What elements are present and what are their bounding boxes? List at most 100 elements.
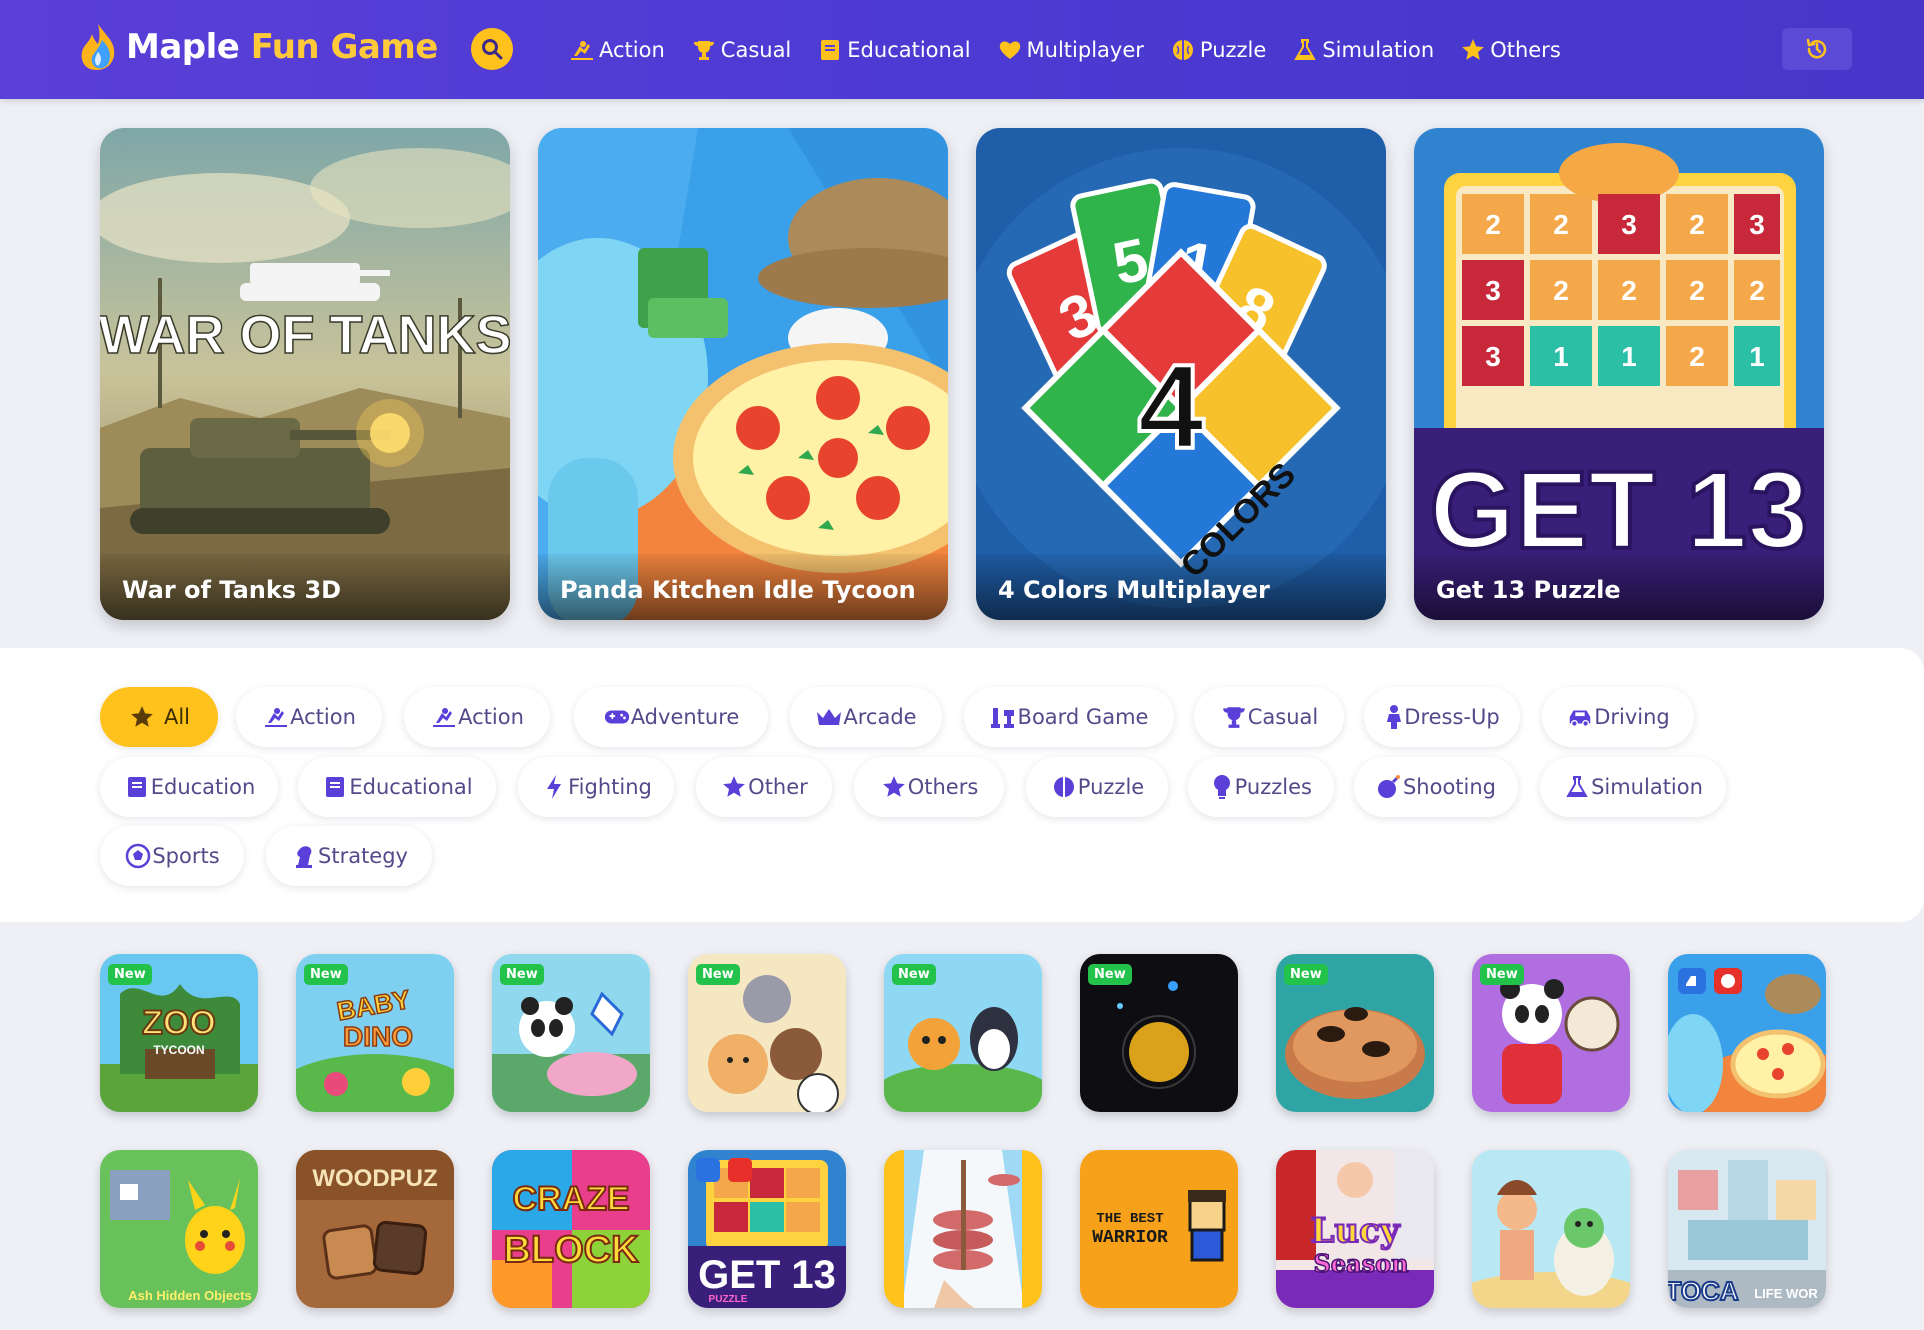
category-chip-puzzle[interactable]: Puzzle	[1026, 757, 1168, 817]
category-chip-education[interactable]: Education	[100, 757, 278, 817]
category-chip-label: Sports	[152, 844, 220, 868]
gamepad-icon	[603, 703, 631, 731]
category-chip-action[interactable]: Action	[236, 687, 382, 747]
category-chip-label: Others	[907, 775, 979, 799]
category-chip-fighting[interactable]: Fighting	[518, 757, 674, 817]
svg-text:2: 2	[1553, 275, 1569, 306]
game-tile-lucy-season[interactable]: Lucy Season	[1276, 1150, 1434, 1308]
category-chip-strategy[interactable]: Strategy	[266, 826, 432, 886]
4-colors-artwork: 3 5 1 8 4 COLORS	[976, 128, 1386, 620]
svg-text:3: 3	[1749, 209, 1765, 240]
game-tile-toca-life-world[interactable]: TOCA LIFE WOR	[1668, 1150, 1826, 1308]
game-tile-craze-block[interactable]: CRAZE BLOCK	[492, 1150, 650, 1308]
game-tile-panda-dumplings[interactable]: New	[1472, 954, 1630, 1112]
zoo-tycoon-text: ZOO	[142, 1004, 216, 1042]
best-warrior-thumbnail: THE BEST WARRIOR	[1080, 1150, 1238, 1308]
category-chip-simulation[interactable]: Simulation	[1540, 757, 1726, 817]
ball-icon	[124, 842, 152, 870]
panda-kitchen-small-thumbnail	[1668, 954, 1826, 1112]
game-tile-ants-game[interactable]: New	[1276, 954, 1434, 1112]
pikachu-thumbnail: Ash Hidden Objects	[100, 1150, 258, 1308]
brain-icon	[1050, 773, 1078, 801]
toca-title: TOCA	[1668, 1276, 1739, 1306]
game-tile-baby-dino-planet[interactable]: BABY DINO New	[296, 954, 454, 1112]
svg-text:2: 2	[1553, 209, 1569, 240]
game-tile-panda-kitchen-small[interactable]	[1668, 954, 1826, 1112]
category-chip-others[interactable]: Others	[854, 757, 1004, 817]
category-chip-label: Board Game	[1017, 705, 1149, 729]
brand-name-part2: Fun Game	[250, 27, 439, 67]
svg-text:3: 3	[1485, 341, 1501, 372]
svg-text:3: 3	[1485, 275, 1501, 306]
brand-logo[interactable]: Maple Fun Game	[76, 22, 438, 72]
new-badge: New	[108, 964, 152, 985]
book-icon	[321, 773, 349, 801]
category-chip-label: Action	[290, 705, 356, 729]
new-badge: New	[892, 964, 936, 985]
game-tile-woodpuz[interactable]: WOODPUZ	[296, 1150, 454, 1308]
game-tile-cat-penguin[interactable]: New	[884, 954, 1042, 1112]
game-tile-get-13-small[interactable]: GET 13 PUZZLE	[688, 1150, 846, 1308]
game-tile-best-warrior[interactable]: THE BEST WARRIOR	[1080, 1150, 1238, 1308]
svg-text:1: 1	[1621, 341, 1637, 372]
category-chip-all[interactable]: All	[100, 687, 218, 747]
game-tile-pikachu-hidden-objects[interactable]: Ash Hidden Objects	[100, 1150, 258, 1308]
search-icon	[482, 39, 503, 60]
category-chip-other[interactable]: Other	[696, 757, 832, 817]
game-tile-dino-egg[interactable]	[1472, 1150, 1630, 1308]
category-chip-dress-up[interactable]: Dress-Up	[1364, 687, 1520, 747]
zoo-tycoon-subtext: TYCOON	[153, 1043, 204, 1057]
svg-text:3: 3	[1621, 209, 1637, 240]
category-chip-sports[interactable]: Sports	[100, 826, 244, 886]
category-chip-shooting[interactable]: Shooting	[1354, 757, 1518, 817]
game-tile-zoo-tycoon[interactable]: ZOO TYCOON New	[100, 954, 258, 1112]
nav-others[interactable]: Others	[1459, 36, 1561, 64]
game-tile-meat-stack[interactable]	[884, 1150, 1042, 1308]
featured-card-panda-kitchen[interactable]: Panda Kitchen Idle Tycoon	[538, 128, 948, 620]
4-colors-art-number: 4	[1138, 340, 1205, 474]
featured-card-war-of-tanks[interactable]: WAR OF TANKS War of Tanks 3D	[100, 128, 510, 620]
get-13-small-thumbnail: GET 13 PUZZLE	[688, 1150, 846, 1308]
history-button[interactable]	[1782, 28, 1852, 70]
game-tile-panda-game[interactable]: New	[492, 954, 650, 1112]
star-icon	[720, 773, 748, 801]
nav-simulation[interactable]: Simulation	[1291, 36, 1434, 64]
svg-text:2: 2	[1749, 275, 1765, 306]
category-chip-driving[interactable]: Driving	[1542, 687, 1694, 747]
nav-action[interactable]: Action	[568, 36, 665, 64]
category-chip-adventure[interactable]: Adventure	[574, 687, 768, 747]
game-tile-animal-merge[interactable]: New	[688, 954, 846, 1112]
nav-educational-label: Educational	[847, 37, 971, 62]
featured-card-get-13[interactable]: 2 2 3 2 3 3 2 2 2 2 3 1 1 2 1 GET 13 Get…	[1414, 128, 1824, 620]
category-chip-arcade[interactable]: Arcade	[790, 687, 942, 747]
nav-puzzle[interactable]: Puzzle	[1169, 36, 1266, 64]
svg-text:1: 1	[1553, 341, 1569, 372]
craze-block-thumbnail: CRAZE BLOCK	[492, 1150, 650, 1308]
category-chip-casual[interactable]: Casual	[1194, 687, 1344, 747]
nav-casual[interactable]: Casual	[690, 36, 791, 64]
nav-multiplayer-label: Multiplayer	[1026, 37, 1144, 62]
woodpuz-thumbnail: WOODPUZ	[296, 1150, 454, 1308]
new-badge: New	[304, 964, 348, 985]
search-button[interactable]	[471, 28, 513, 70]
car-icon	[1566, 703, 1594, 731]
lucy-season-text: Lucy	[1310, 1211, 1400, 1251]
featured-title-4-colors: 4 Colors Multiplayer	[976, 554, 1386, 620]
category-chip-puzzles[interactable]: Puzzles	[1188, 757, 1334, 817]
category-chip-label: Arcade	[843, 705, 917, 729]
featured-card-4-colors[interactable]: 3 5 1 8 4 COLORS 4 Colors Multiplayer	[976, 128, 1386, 620]
category-chip-educational[interactable]: Educational	[298, 757, 496, 817]
category-chip-board-game[interactable]: Board Game	[964, 687, 1174, 747]
get-13-artwork: 2 2 3 2 3 3 2 2 2 2 3 1 1 2 1 GET 13	[1414, 128, 1824, 620]
category-chip-action-2[interactable]: Action	[404, 687, 550, 747]
nav-educational[interactable]: Educational	[816, 36, 971, 64]
trophy-icon	[1220, 703, 1248, 731]
new-badge: New	[1284, 964, 1328, 985]
nav-action-label: Action	[599, 37, 665, 62]
game-tile-dark-orb[interactable]: New	[1080, 954, 1238, 1112]
lucy-season-thumbnail: Lucy Season	[1276, 1150, 1434, 1308]
flask-icon	[1291, 36, 1319, 64]
best-warrior-text2: WARRIOR	[1092, 1228, 1168, 1248]
category-chip-label: All	[163, 705, 191, 729]
nav-multiplayer[interactable]: Multiplayer	[996, 36, 1144, 64]
